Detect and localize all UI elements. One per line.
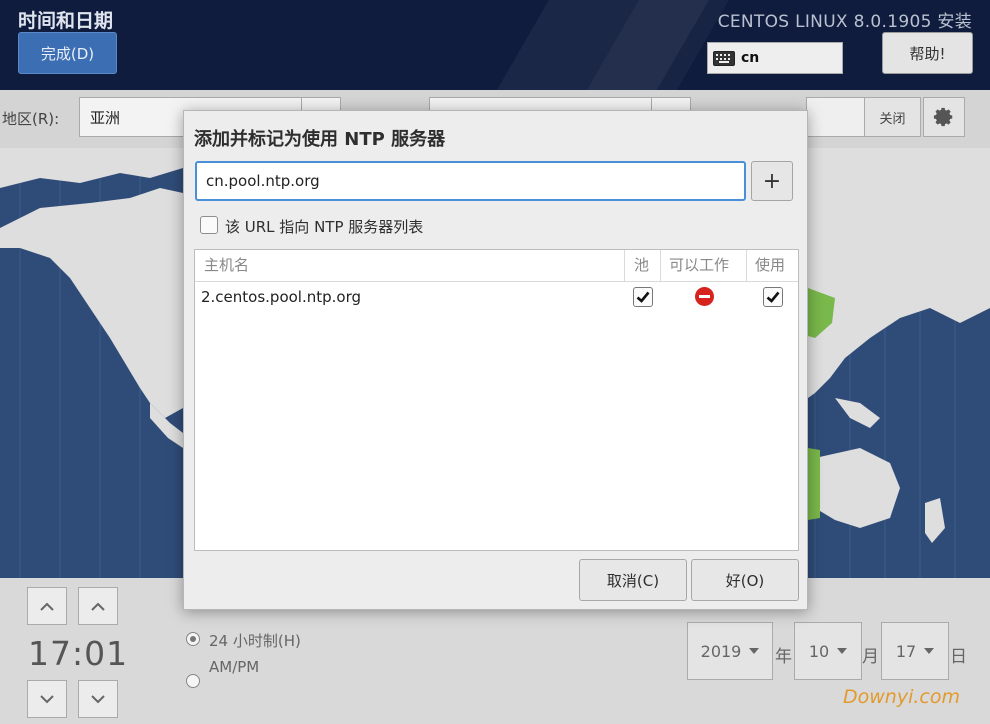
minute-up-button[interactable]: [78, 587, 118, 625]
ntp-server-table: 主机名 池 可以工作 使用 2.centos.pool.ntp.org: [194, 249, 799, 551]
dialog-title: 添加并标记为使用 NTP 服务器: [194, 129, 446, 150]
hour-up-button[interactable]: [27, 587, 67, 625]
column-header-use[interactable]: 使用: [755, 250, 785, 281]
region-value: 亚洲: [90, 109, 121, 127]
keyboard-layout-label: cn: [741, 50, 760, 66]
day-unit: 日: [950, 647, 967, 667]
chevron-down-icon: [837, 648, 848, 654]
chevron-down-icon: [924, 648, 935, 654]
page-title: 时间和日期: [18, 10, 114, 32]
not-working-icon: [695, 287, 714, 306]
keyboard-layout-indicator[interactable]: cn: [707, 42, 843, 74]
pool-url-checkbox-label: 该 URL 指向 NTP 服务器列表: [225, 218, 424, 236]
column-header-pool[interactable]: 池: [634, 250, 649, 281]
keyboard-icon: [713, 50, 735, 66]
help-button[interactable]: 帮助!: [882, 32, 973, 74]
watermark: Downyi.com: [843, 686, 960, 708]
month-unit: 月: [862, 647, 879, 667]
month-combo[interactable]: 10: [794, 622, 862, 680]
year-combo[interactable]: 2019: [687, 622, 773, 680]
add-ntp-server-dialog: 添加并标记为使用 NTP 服务器 + 该 URL 指向 NTP 服务器列表 主机…: [183, 110, 808, 610]
chevron-up-icon: [40, 602, 54, 611]
pool-checkbox[interactable]: [633, 287, 653, 307]
format-24h-radio[interactable]: [186, 632, 200, 646]
network-time-toggle[interactable]: [806, 97, 866, 137]
network-time-switch-label[interactable]: 关闭: [864, 97, 921, 137]
format-24h-label: 24 小时制(H): [209, 632, 301, 650]
asia-land: [808, 148, 990, 398]
year-value: 2019: [700, 641, 742, 661]
check-icon: [636, 291, 650, 303]
use-checkbox[interactable]: [763, 287, 783, 307]
chevron-up-icon: [91, 602, 105, 611]
check-icon: [766, 291, 780, 303]
minute-down-button[interactable]: [78, 680, 118, 718]
chevron-down-icon: [91, 694, 105, 703]
time-display: 17:01: [28, 634, 129, 673]
table-header: 主机名 池 可以工作 使用: [195, 250, 798, 282]
format-ampm-label: AM/PM: [209, 658, 260, 676]
australia-land: [815, 448, 900, 528]
install-title: CENTOS LINUX 8.0.1905 安装: [717, 12, 972, 32]
chevron-down-icon: [749, 648, 760, 654]
cancel-button[interactable]: 取消(C): [579, 559, 687, 601]
day-value: 17: [895, 641, 917, 661]
month-value: 10: [808, 641, 830, 661]
add-server-button[interactable]: +: [751, 161, 793, 201]
table-row-hostname[interactable]: 2.centos.pool.ntp.org: [201, 283, 361, 311]
format-ampm-radio[interactable]: [186, 674, 200, 688]
column-header-hostname[interactable]: 主机名: [204, 250, 249, 281]
column-header-working[interactable]: 可以工作: [669, 250, 729, 281]
done-button[interactable]: 完成(D): [18, 32, 117, 74]
north-america-land: [0, 188, 183, 418]
gear-icon: [933, 107, 953, 127]
pool-url-checkbox[interactable]: [200, 216, 218, 234]
ok-button[interactable]: 好(O): [691, 559, 799, 601]
ntp-server-input[interactable]: [195, 161, 746, 201]
ntp-settings-button[interactable]: [923, 97, 965, 137]
hour-down-button[interactable]: [27, 680, 67, 718]
day-combo[interactable]: 17: [881, 622, 949, 680]
region-label: 地区(R):: [2, 110, 60, 128]
chevron-down-icon: [40, 694, 54, 703]
year-unit: 年: [775, 647, 792, 667]
